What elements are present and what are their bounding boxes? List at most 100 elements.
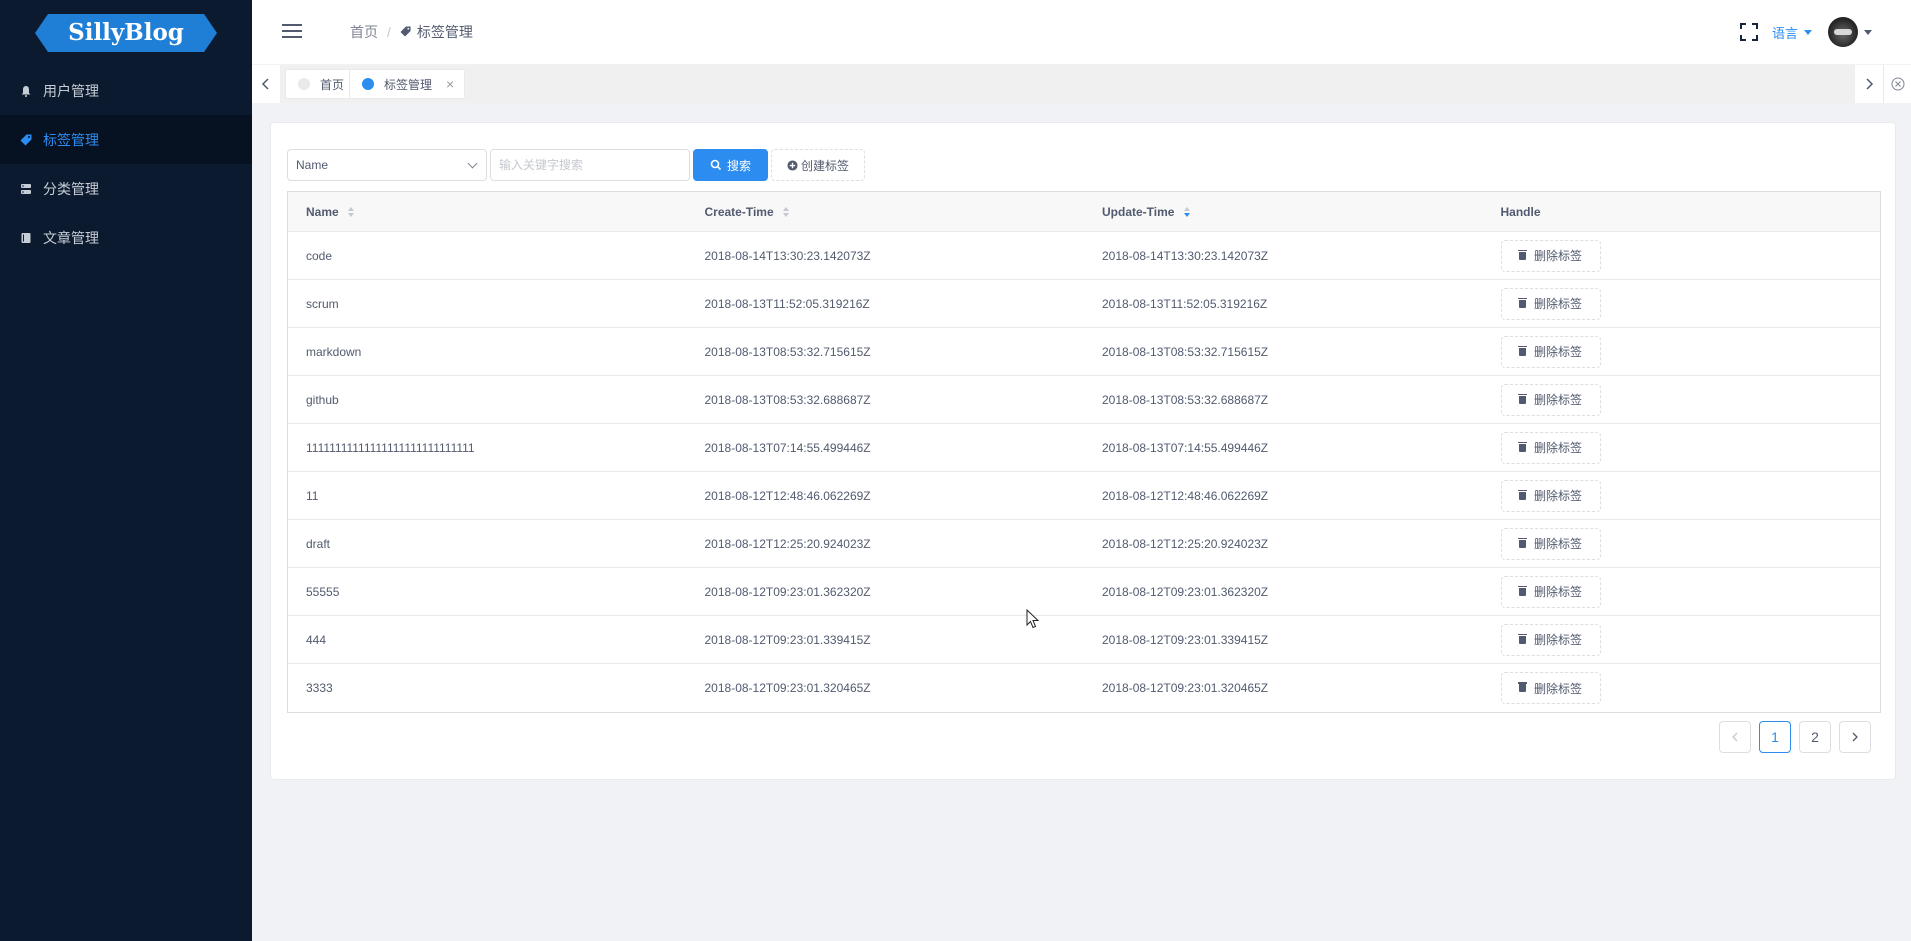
- delete-tag-button[interactable]: 删除标签: [1500, 575, 1601, 608]
- cell-name: code: [306, 248, 333, 263]
- create-tag-button[interactable]: 创建标签: [771, 149, 865, 181]
- tag-tags[interactable]: 标签管理 ×: [349, 69, 466, 99]
- tags-scroll-left-button[interactable]: [252, 65, 280, 103]
- column-header-handle: Handle: [1483, 205, 1881, 219]
- breadcrumb-separator: /: [387, 24, 391, 40]
- column-label: Update-Time: [1102, 204, 1175, 219]
- sidebar-item-label: 分类管理: [43, 180, 99, 197]
- table-row: 444 2018-08-12T09:23:01.339415Z 2018-08-12…: [288, 616, 1880, 664]
- tags-scroll-area: 首页 标签管理 ×: [280, 65, 1855, 103]
- trash-icon: [1517, 633, 1527, 644]
- user-menu[interactable]: [1828, 17, 1872, 47]
- breadcrumb-home[interactable]: 首页: [350, 22, 378, 42]
- delete-tag-label: 删除标签: [1533, 441, 1582, 455]
- cell-update-time: 2018-08-12T12:25:20.924023Z: [1102, 536, 1269, 551]
- delete-tag-label: 删除标签: [1533, 681, 1582, 696]
- pagination-page-1[interactable]: 1: [1759, 721, 1791, 753]
- delete-tag-label: 删除标签: [1533, 249, 1582, 263]
- sidebar-item-label: 用户管理: [43, 82, 99, 99]
- delete-tag-button[interactable]: 删除标签: [1500, 287, 1601, 320]
- category-icon: [20, 183, 32, 195]
- delete-tag-label: 删除标签: [1533, 585, 1582, 599]
- table-row: markdown 2018-08-13T08:53:32.715615Z 2018-…: [288, 328, 1880, 376]
- tags-bar: 首页 标签管理 ×: [252, 65, 1911, 103]
- delete-tag-button[interactable]: 删除标签: [1500, 623, 1601, 656]
- delete-tag-button[interactable]: 删除标签: [1500, 239, 1601, 272]
- cell-create-time: 2018-08-12T12:25:20.924023Z: [704, 536, 871, 551]
- sidebar-item-users[interactable]: 用户管理: [0, 66, 252, 115]
- search-button-label: 搜索: [726, 158, 751, 173]
- cell-update-time: 2018-08-13T08:53:32.688687Z: [1102, 392, 1269, 407]
- logo[interactable]: SillyBlog: [34, 13, 218, 53]
- field-select-value: Name: [296, 158, 329, 172]
- sidebar-item-articles[interactable]: 文章管理: [0, 213, 252, 262]
- tag-label: 首页: [320, 77, 345, 92]
- cell-name: 3333: [306, 681, 333, 695]
- close-circle-icon: [1891, 77, 1904, 91]
- delete-tag-button[interactable]: 删除标签: [1500, 335, 1601, 368]
- breadcrumb-current-label: 标签管理: [416, 24, 473, 40]
- pagination-next-button[interactable]: [1839, 721, 1871, 753]
- cell-update-time: 2018-08-12T09:23:01.362320Z: [1102, 584, 1269, 599]
- pagination: 1 2: [1711, 721, 1871, 753]
- delete-tag-label: 删除标签: [1533, 345, 1582, 359]
- sidebar: SillyBlog 用户管理 标签管理 分类管理 文章管理: [0, 0, 252, 941]
- sidebar-item-categories[interactable]: 分类管理: [0, 164, 252, 213]
- sidebar-item-tags[interactable]: 标签管理: [0, 115, 252, 164]
- content-card: Name 搜索 创建标签 Name Create-Time Update-Tim…: [270, 122, 1896, 780]
- table-row: scrum 2018-08-13T11:52:05.319216Z 2018-08-…: [288, 280, 1880, 328]
- delete-tag-button[interactable]: 删除标签: [1500, 672, 1601, 704]
- column-label: Handle: [1500, 204, 1541, 219]
- pagination-page-2[interactable]: 2: [1799, 721, 1831, 753]
- close-all-tags-button[interactable]: [1883, 65, 1911, 103]
- cell-handle: 删除标签: [1483, 335, 1881, 368]
- tag-icon: [20, 134, 32, 146]
- logo-area: SillyBlog: [0, 0, 252, 66]
- language-dropdown[interactable]: 语言: [1772, 23, 1812, 42]
- search-input[interactable]: [490, 149, 690, 181]
- pagination-prev-button[interactable]: [1719, 721, 1751, 753]
- trash-icon: [1517, 393, 1527, 404]
- delete-tag-button[interactable]: 删除标签: [1500, 383, 1601, 416]
- delete-tag-label: 删除标签: [1533, 489, 1582, 503]
- tags-scroll-right-button[interactable]: [1855, 65, 1883, 103]
- create-tag-label: 创建标签: [800, 158, 849, 173]
- sidebar-item-label: 标签管理: [43, 131, 99, 148]
- trash-icon: [1517, 537, 1527, 548]
- delete-tag-button[interactable]: 删除标签: [1500, 479, 1601, 512]
- column-label: Create-Time: [704, 204, 774, 219]
- cell-create-time: 2018-08-12T09:23:01.339415Z: [704, 632, 871, 647]
- field-select[interactable]: Name: [287, 149, 487, 181]
- chevron-left-icon: [261, 78, 269, 90]
- table-header: Name Create-Time Update-Time Handle: [288, 192, 1880, 232]
- delete-tag-button[interactable]: 删除标签: [1500, 527, 1601, 560]
- cell-create-time: 2018-08-12T09:23:01.362320Z: [704, 584, 871, 599]
- table-row: 55555 2018-08-12T09:23:01.362320Z 2018-08-…: [288, 568, 1880, 616]
- tag-status-dot: [362, 78, 374, 90]
- cell-name: markdown: [306, 344, 362, 359]
- cell-create-time: 2018-08-13T07:14:55.499446Z: [704, 440, 871, 455]
- fullscreen-icon[interactable]: [1739, 23, 1758, 41]
- sort-icon[interactable]: [348, 207, 355, 218]
- trash-icon: [1517, 297, 1527, 308]
- cell-handle: 删除标签: [1483, 623, 1881, 656]
- close-icon[interactable]: ×: [446, 76, 454, 92]
- menu-toggle-icon[interactable]: [282, 24, 302, 38]
- language-label: 语言: [1771, 25, 1798, 41]
- chevron-down-icon: [467, 158, 478, 168]
- header-actions: 语言: [1739, 0, 1911, 64]
- cell-create-time: 2018-08-13T11:52:05.319216Z: [704, 296, 870, 311]
- delete-tag-button[interactable]: 删除标签: [1500, 431, 1601, 464]
- cell-create-time: 2018-08-13T08:53:32.715615Z: [704, 344, 871, 359]
- table-row: 11111111111111111111111111111 2018-08-13T…: [288, 424, 1880, 472]
- sort-icon[interactable]: [782, 207, 789, 218]
- search-button[interactable]: 搜索: [693, 149, 768, 181]
- sort-icon[interactable]: [1183, 207, 1190, 218]
- cell-handle: 删除标签: [1483, 383, 1881, 416]
- cell-name: 11111111111111111111111111111: [306, 440, 475, 455]
- breadcrumb-current: 标签管理: [400, 22, 473, 42]
- table-row: code 2018-08-14T13:30:23.142073Z 2018-08-1…: [288, 232, 1880, 280]
- tag-home[interactable]: 首页: [285, 69, 356, 99]
- cell-name: scrum: [306, 296, 339, 311]
- trash-icon: [1517, 441, 1527, 452]
